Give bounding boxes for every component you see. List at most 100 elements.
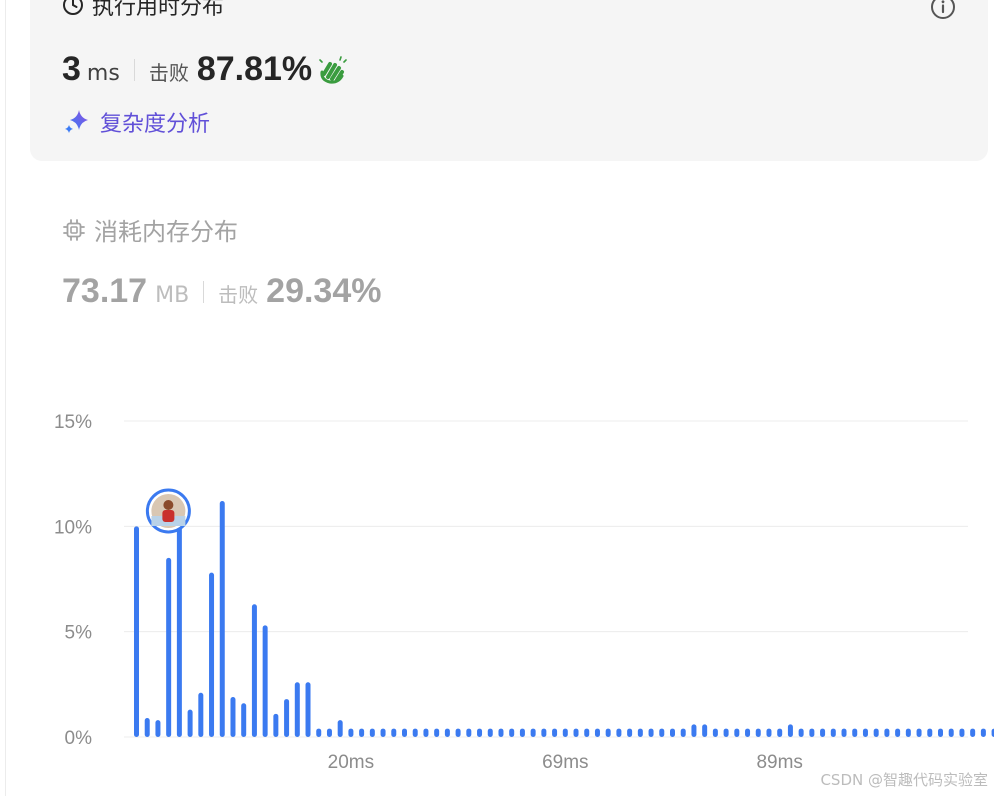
chart-bar <box>573 728 579 737</box>
memory-title: 消耗内存分布 <box>94 218 238 246</box>
chart-bar <box>251 604 257 737</box>
avatar-body <box>162 510 175 522</box>
runtime-title-row: 执行用时分布 <box>62 0 224 22</box>
chart-bar <box>316 728 322 737</box>
chart-bar <box>402 728 407 737</box>
info-icon[interactable] <box>930 0 956 20</box>
chart-bar <box>841 728 847 737</box>
chart-bar <box>594 728 600 737</box>
chart-bar <box>787 724 793 737</box>
chart-bar <box>691 724 697 737</box>
chart-bar <box>509 728 515 737</box>
chart-bar <box>959 728 965 737</box>
chart-bar <box>905 728 911 737</box>
avatar-head <box>163 500 174 510</box>
chart-bar <box>862 728 868 737</box>
runtime-beat-label: 击败 <box>148 61 189 85</box>
chart-bar <box>455 728 461 737</box>
x-tick-label: 20ms <box>328 752 374 773</box>
y-tick-label: 0% <box>65 728 93 749</box>
chart-bar <box>273 713 279 737</box>
chart-bar <box>359 728 365 737</box>
chart-bar <box>552 728 558 737</box>
chart-bar <box>294 682 300 737</box>
memory-beat-percent: 29.34% <box>266 272 382 310</box>
chart-bar <box>884 728 890 737</box>
chart-bar <box>820 728 826 737</box>
memory-beat-label: 击败 <box>218 283 259 307</box>
chart-bar <box>948 728 954 737</box>
chart-bar <box>584 728 590 737</box>
runtime-unit: ms <box>86 61 120 86</box>
chart-bar <box>766 728 772 737</box>
chart-bar <box>391 728 397 737</box>
chart-bar <box>519 728 525 737</box>
runtime-value: 3 <box>62 50 81 88</box>
y-tick-label: 15% <box>54 412 92 433</box>
y-tick-label: 10% <box>54 517 92 538</box>
chart-bar <box>305 682 311 737</box>
metric-divider <box>133 58 135 81</box>
chart-bar <box>755 728 761 737</box>
memory-unit: MB <box>155 283 190 308</box>
chart-bar <box>423 728 429 737</box>
chart-bar <box>637 728 643 737</box>
highlighted-bar <box>176 520 182 737</box>
chart-bar <box>326 728 332 737</box>
chart-bar <box>530 728 536 737</box>
chart-bar <box>927 728 933 737</box>
chip-icon <box>63 218 85 241</box>
chart-bar <box>348 728 354 737</box>
chart-bar <box>723 728 729 737</box>
runtime-card: 执行用时分布 3 ms 击败 87.81% 复杂度分析 <box>30 0 988 161</box>
chart-bar <box>166 557 172 737</box>
chart-bar <box>680 728 686 737</box>
chart-bar <box>895 728 901 737</box>
chart-bar <box>134 526 139 737</box>
clap-icon <box>319 55 347 84</box>
memory-distribution-chart: 15% 10% 5% 0% 20ms 69ms 89ms <box>54 412 994 773</box>
chart-bar <box>219 501 225 737</box>
complexity-analysis-link[interactable]: 复杂度分析 <box>62 106 210 138</box>
runtime-beat-percent: 87.81% <box>196 50 313 88</box>
chart-bar <box>627 728 633 737</box>
chart-bar <box>262 625 268 737</box>
memory-title-row: 消耗内存分布 <box>62 212 238 247</box>
chart-bar <box>670 728 675 737</box>
chart-bar <box>198 692 204 737</box>
memory-value: 73.17 <box>62 272 148 310</box>
chart-bar <box>155 720 161 737</box>
chart-bar <box>144 718 150 737</box>
chart-bar <box>777 728 783 737</box>
chart-bar <box>241 703 247 737</box>
chart-bar <box>487 728 493 737</box>
chart-bar <box>734 728 740 737</box>
chart-bar <box>745 728 751 737</box>
watermark: CSDN @智趣代码实验室 <box>820 771 988 789</box>
runtime-title: 执行用时分布 <box>92 0 225 20</box>
chart-bar <box>873 728 879 737</box>
chart-bar <box>916 728 922 737</box>
chart-bar <box>541 728 547 737</box>
chart-bar <box>970 728 976 737</box>
memory-metric-row: 73.17 MB 击败 29.34% <box>62 272 382 311</box>
complexity-analysis-label: 复杂度分析 <box>100 112 211 137</box>
chart-bar <box>369 728 375 737</box>
chart-bar <box>659 728 665 737</box>
chart-bar <box>187 709 193 737</box>
chart-bar <box>616 728 622 737</box>
chart-bar <box>809 728 815 737</box>
chart-bar <box>230 696 236 737</box>
sparkle-icon <box>65 110 88 133</box>
chart-bar <box>980 728 986 737</box>
chart-bar <box>498 728 504 737</box>
chart-bar <box>938 728 943 737</box>
chart-bar <box>434 728 440 737</box>
y-tick-label: 5% <box>65 623 93 644</box>
chart-bar <box>852 728 858 737</box>
clock-icon <box>63 0 83 15</box>
chart-bar <box>209 572 215 737</box>
chart-bar <box>605 728 611 737</box>
chart-bar <box>466 728 472 737</box>
chart-bar <box>798 728 804 737</box>
